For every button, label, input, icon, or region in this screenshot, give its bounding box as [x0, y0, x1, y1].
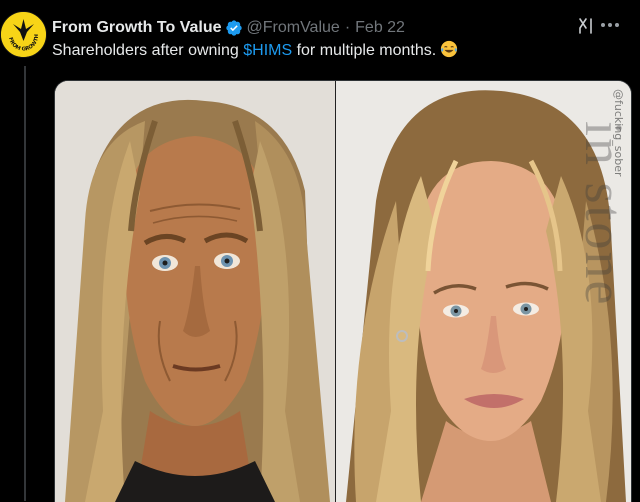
tears-of-joy-emoji-icon	[440, 40, 458, 65]
avatar[interactable]: FROM GROWTH TO VALUE	[0, 11, 47, 58]
more-options-button[interactable]	[598, 14, 622, 36]
cashtag-link[interactable]: $HIMS	[243, 42, 292, 59]
tweet-text-before: Shareholders after owning	[52, 42, 244, 59]
tweet-text: Shareholders after owning $HIMS for mult…	[52, 40, 458, 65]
tweet-header: From Growth To Value @FromValue · Feb 22	[52, 17, 405, 39]
thread-line	[24, 66, 26, 501]
tweet-text-after: for multiple months.	[292, 42, 437, 59]
growth-logo-icon: FROM GROWTH TO VALUE	[1, 12, 46, 57]
image-watermark: @fucking_sober	[612, 89, 625, 177]
media-image-left[interactable]	[55, 81, 335, 502]
aged-man-portrait-image	[55, 81, 335, 502]
separator-dot: ·	[344, 19, 351, 36]
more-options-icon	[601, 23, 619, 27]
tweet-media[interactable]: in stone @fucking_sober	[54, 80, 632, 502]
handle[interactable]: @FromValue	[247, 19, 340, 37]
grok-button[interactable]	[576, 15, 598, 37]
media-image-right[interactable]: in stone @fucking_sober	[334, 81, 631, 502]
timestamp[interactable]: Feb 22	[355, 19, 405, 37]
verified-badge-icon	[225, 19, 243, 37]
display-name[interactable]: From Growth To Value	[52, 19, 222, 37]
grok-icon	[579, 18, 592, 34]
